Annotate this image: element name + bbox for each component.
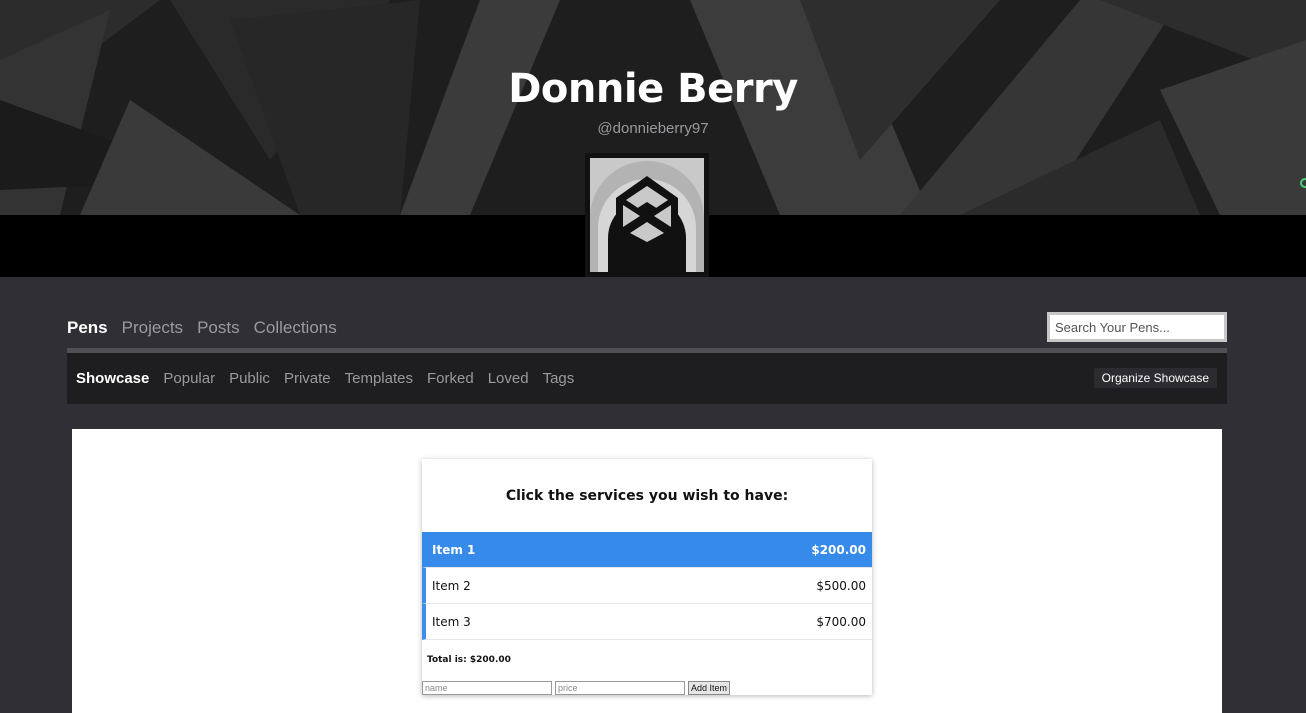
tab-forked[interactable]: Forked [427,370,474,387]
service-price: $700.00 [816,615,866,629]
services-card: Click the services you wish to have: Ite… [422,459,872,695]
service-item-3[interactable]: Item 3 $700.00 [422,604,872,640]
service-name: Item 1 [432,543,476,557]
tab-loved[interactable]: Loved [488,370,529,387]
sub-tabs: Showcase Popular Public Private Template… [76,370,574,387]
service-name: Item 3 [432,615,471,629]
service-name: Item 2 [432,579,471,593]
profile-handle: @donnieberry97 [597,120,709,137]
service-price: $500.00 [816,579,866,593]
tab-collections[interactable]: Collections [254,318,337,338]
profile-page: Donnie Berry @donnieberry97 Pens Project… [0,0,1306,713]
sub-nav: Showcase Popular Public Private Template… [67,353,1227,404]
add-item-form: Add Item [422,681,731,695]
services-title: Click the services you wish to have: [505,488,789,504]
profile-name: Donnie Berry [508,66,798,112]
item-price-input[interactable] [555,681,685,695]
services-list: Item 1 $200.00 Item 2 $500.00 Item 3 $70… [422,532,872,640]
tab-projects[interactable]: Projects [122,318,183,338]
main-tabs: Pens Projects Posts Collections [67,318,337,348]
codepen-logo-icon [590,158,704,272]
add-item-button[interactable]: Add Item [688,681,731,695]
status-dot-icon [1300,178,1306,188]
pen-preview[interactable]: Click the services you wish to have: Ite… [72,429,1222,713]
tab-posts[interactable]: Posts [197,318,240,338]
tab-public[interactable]: Public [229,370,270,387]
item-name-input[interactable] [422,681,552,695]
avatar[interactable] [585,153,709,277]
tab-pens[interactable]: Pens [67,318,108,338]
tab-showcase[interactable]: Showcase [76,370,149,387]
organize-showcase-button[interactable]: Organize Showcase [1093,368,1217,388]
tab-templates[interactable]: Templates [345,370,413,387]
total-text: Total is: $200.00 [427,655,511,665]
search-pens-input[interactable] [1047,312,1227,342]
tab-popular[interactable]: Popular [163,370,215,387]
service-item-1[interactable]: Item 1 $200.00 [422,532,872,568]
tab-private[interactable]: Private [284,370,331,387]
service-price: $200.00 [811,543,866,557]
service-item-2[interactable]: Item 2 $500.00 [422,568,872,604]
tab-tags[interactable]: Tags [543,370,575,387]
